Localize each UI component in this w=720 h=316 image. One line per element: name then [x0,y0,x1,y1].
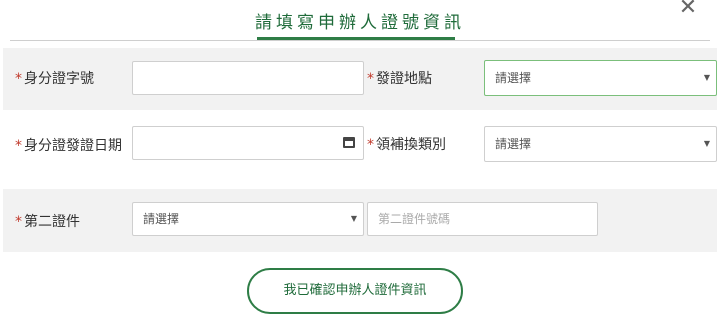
id-number-input[interactable] [132,61,364,95]
caret-down-icon: ▼ [703,73,710,82]
calendar-icon[interactable] [343,137,355,148]
issue-place-select[interactable]: 請選擇 ▼ [484,60,717,96]
form-row-1: * 身分證字號 * 發證地點 請選擇 ▼ [3,48,717,110]
issue-type-label-text: 領補換類別 [376,137,446,153]
issue-place-label-text: 發證地點 [376,71,432,87]
second-id-label: * 第二證件 [15,212,80,232]
form-row-3: * 第二證件 請選擇 ▼ 第二證件號碼 [3,189,717,252]
second-id-label-text: 第二證件 [24,214,80,230]
issue-date-label-text: 身分證發證日期 [24,138,122,154]
required-mark: * [367,137,374,153]
issue-type-label: * 領補換類別 [367,135,446,155]
issue-date-label: * 身分證發證日期 [15,136,125,156]
required-mark: * [367,71,374,87]
issue-date-input[interactable] [132,126,364,160]
dialog-title: 請填寫申辦人證號資訊 [255,13,465,33]
confirm-button[interactable]: 我已確認申辦人證件資訊 [247,268,463,314]
required-mark: * [15,71,22,87]
close-icon[interactable]: ✕ [676,0,700,22]
second-id-number-input[interactable]: 第二證件號碼 [367,202,598,236]
second-id-selected: 請選擇 [143,212,180,226]
issue-type-selected: 請選擇 [495,137,532,151]
required-mark: * [15,214,22,230]
id-number-label-text: 身分證字號 [24,71,94,87]
issue-place-label: * 發證地點 [367,69,432,89]
caret-down-icon: ▼ [350,214,357,223]
required-mark: * [15,138,22,154]
caret-down-icon: ▼ [703,139,710,148]
id-number-label: * 身分證字號 [15,69,94,89]
issue-type-select[interactable]: 請選擇 ▼ [484,126,717,162]
second-id-select[interactable]: 請選擇 ▼ [132,202,364,236]
issue-place-selected: 請選擇 [495,71,532,85]
form-row-2: * 身分證發證日期 * 領補換類別 請選擇 ▼ [3,119,717,179]
title-divider [10,40,710,41]
